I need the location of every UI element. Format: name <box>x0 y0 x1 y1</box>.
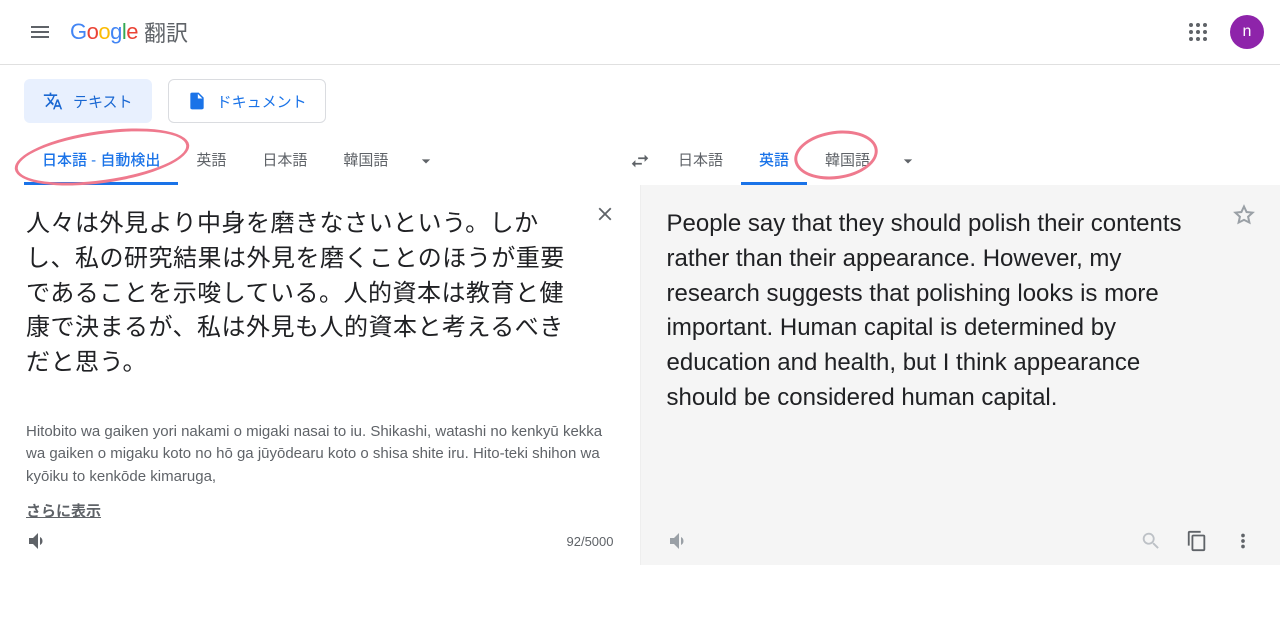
google-apps-button[interactable] <box>1178 12 1218 52</box>
source-lang-english[interactable]: 英語 <box>178 137 244 185</box>
source-lang-tabs: 日本語 - 自動検出 英語 日本語 韓国語 <box>24 137 620 185</box>
mode-text-label: テキスト <box>73 91 133 112</box>
avatar-initial: n <box>1243 23 1252 41</box>
listen-source-button[interactable] <box>26 529 50 553</box>
apps-grid-icon <box>1188 22 1208 42</box>
source-transliteration: Hitobito wa gaiken yori nakami o migaki … <box>26 421 614 489</box>
target-lang-english[interactable]: 英語 <box>741 137 807 185</box>
source-textarea[interactable]: 人々は外見より中身を磨きなさいという。しかし、私の研究結果は外見を磨くことのほう… <box>26 207 614 381</box>
account-avatar[interactable]: n <box>1230 15 1264 49</box>
search-button[interactable] <box>1140 530 1162 552</box>
target-footer-left <box>667 529 691 553</box>
app-logo[interactable]: Google 翻訳 <box>70 16 188 48</box>
copy-translation-button[interactable] <box>1186 530 1208 552</box>
close-icon <box>594 203 616 225</box>
target-lang-more[interactable] <box>888 141 928 181</box>
swap-horiz-icon <box>629 150 651 172</box>
target-lang-tabs: 日本語 英語 韓国語 <box>660 137 1256 185</box>
source-footer-icons <box>26 529 50 553</box>
save-translation-button[interactable] <box>1232 203 1256 227</box>
target-panel: People say that they should polish their… <box>640 185 1280 565</box>
translation-panels: 人々は外見より中身を磨きなさいという。しかし、私の研究結果は外見を磨くことのほう… <box>0 185 1280 565</box>
target-footer <box>667 529 1255 553</box>
source-lang-more[interactable] <box>406 141 446 181</box>
document-icon <box>187 91 207 111</box>
target-lang-korean[interactable]: 韓国語 <box>807 137 888 185</box>
chevron-down-icon <box>416 151 436 171</box>
header-right: n <box>1178 12 1264 52</box>
chevron-down-icon <box>898 151 918 171</box>
mode-document-button[interactable]: ドキュメント <box>168 79 326 123</box>
target-footer-right <box>1140 530 1254 552</box>
swap-languages-button[interactable] <box>620 141 660 181</box>
header-left: Google 翻訳 <box>16 8 188 56</box>
app-header: Google 翻訳 n <box>0 0 1280 64</box>
translation-output: People say that they should polish their… <box>667 207 1255 416</box>
target-lang-japanese[interactable]: 日本語 <box>660 137 741 185</box>
speaker-icon <box>667 529 691 553</box>
more-options-button[interactable] <box>1232 530 1254 552</box>
source-lang-japanese[interactable]: 日本語 <box>244 137 325 185</box>
google-wordmark: Google <box>70 19 138 45</box>
speaker-icon <box>26 529 50 553</box>
star-outline-icon <box>1232 203 1256 227</box>
source-lang-korean[interactable]: 韓国語 <box>325 137 406 185</box>
input-mode-row: テキスト ドキュメント <box>0 65 1280 137</box>
source-footer: 92/5000 <box>26 529 614 553</box>
search-icon <box>1140 530 1162 552</box>
product-name: 翻訳 <box>144 16 188 48</box>
character-count: 92/5000 <box>567 534 614 549</box>
hamburger-icon <box>28 20 52 44</box>
mode-text-button[interactable]: テキスト <box>24 79 152 123</box>
show-more-button[interactable]: さらに表示 <box>26 500 101 521</box>
copy-icon <box>1186 530 1208 552</box>
main-menu-button[interactable] <box>16 8 64 56</box>
language-bar: 日本語 - 自動検出 英語 日本語 韓国語 日本語 英語 韓国語 <box>0 137 1280 185</box>
listen-target-button[interactable] <box>667 529 691 553</box>
mode-document-label: ドキュメント <box>217 91 307 112</box>
more-vert-icon <box>1232 530 1254 552</box>
translate-icon <box>43 91 63 111</box>
source-panel: 人々は外見より中身を磨きなさいという。しかし、私の研究結果は外見を磨くことのほう… <box>0 185 640 565</box>
clear-source-button[interactable] <box>594 203 616 225</box>
source-lang-detect[interactable]: 日本語 - 自動検出 <box>24 137 178 185</box>
